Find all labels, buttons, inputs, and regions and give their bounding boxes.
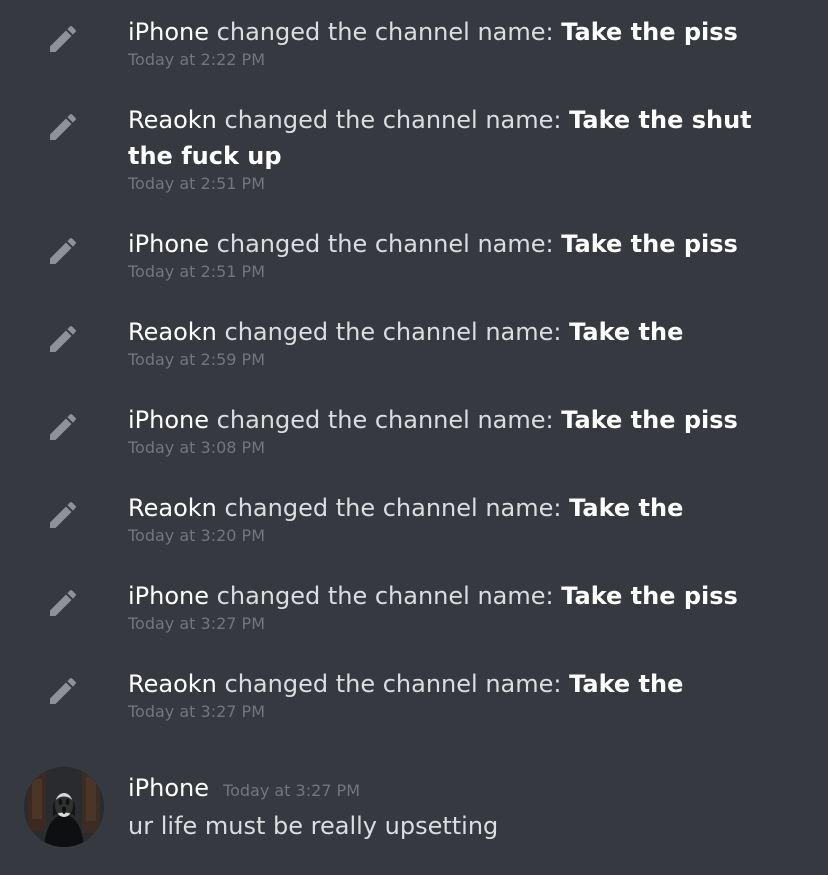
channel-name: Take the piss [561, 18, 738, 46]
username[interactable]: iPhone [128, 18, 209, 46]
avatar[interactable] [24, 767, 104, 847]
pencil-icon [44, 582, 84, 622]
channel-name: Take the [569, 318, 684, 346]
channel-name: Take the piss [561, 230, 738, 258]
message-feed: iPhone changed the channel name: Take th… [0, 0, 828, 875]
message-content: ur life must be really upsetting [128, 812, 499, 840]
pencil-icon [44, 318, 84, 358]
pencil-icon [44, 670, 84, 710]
username[interactable]: Reaokn [128, 318, 217, 346]
timestamp: Today at 3:08 PM [128, 438, 265, 457]
username[interactable]: iPhone [128, 230, 209, 258]
pencil-icon [44, 18, 84, 58]
channel-name: Take the [569, 494, 684, 522]
action-text: changed the channel name: [216, 18, 554, 46]
action-text: changed the channel name: [224, 670, 562, 698]
username[interactable]: Reaokn [128, 494, 217, 522]
channel-name: Take the piss [561, 582, 738, 610]
pencil-icon [44, 406, 84, 446]
username[interactable]: iPhone [128, 406, 209, 434]
username[interactable]: Reaokn [128, 670, 217, 698]
channel-name: Take the piss [561, 406, 738, 434]
pencil-icon [44, 494, 84, 534]
message-author[interactable]: iPhone [128, 774, 209, 802]
timestamp: Today at 2:51 PM [128, 174, 265, 193]
action-text: changed the channel name: [224, 318, 562, 346]
action-text: changed the channel name: [216, 406, 554, 434]
username[interactable]: Reaokn [128, 106, 217, 134]
action-text: changed the channel name: [216, 582, 554, 610]
username[interactable]: iPhone [128, 582, 209, 610]
timestamp: Today at 3:27 PM [128, 614, 265, 633]
action-text: changed the channel name: [224, 106, 562, 134]
chat-message: iPhone Today at 3:27 PM ur life must be r… [0, 762, 828, 852]
pencil-icon [44, 230, 84, 270]
message-timestamp: Today at 3:27 PM [223, 781, 361, 800]
timestamp: Today at 2:22 PM [128, 50, 265, 69]
timestamp: Today at 2:59 PM [128, 350, 265, 369]
action-text: changed the channel name: [216, 230, 554, 258]
avatar-image [24, 767, 104, 847]
action-text: changed the channel name: [224, 494, 562, 522]
timestamp: Today at 2:51 PM [128, 262, 265, 281]
pencil-icon [44, 106, 84, 146]
timestamp: Today at 3:27 PM [128, 702, 265, 721]
channel-name: Take the [569, 670, 684, 698]
timestamp: Today at 3:20 PM [128, 526, 265, 545]
